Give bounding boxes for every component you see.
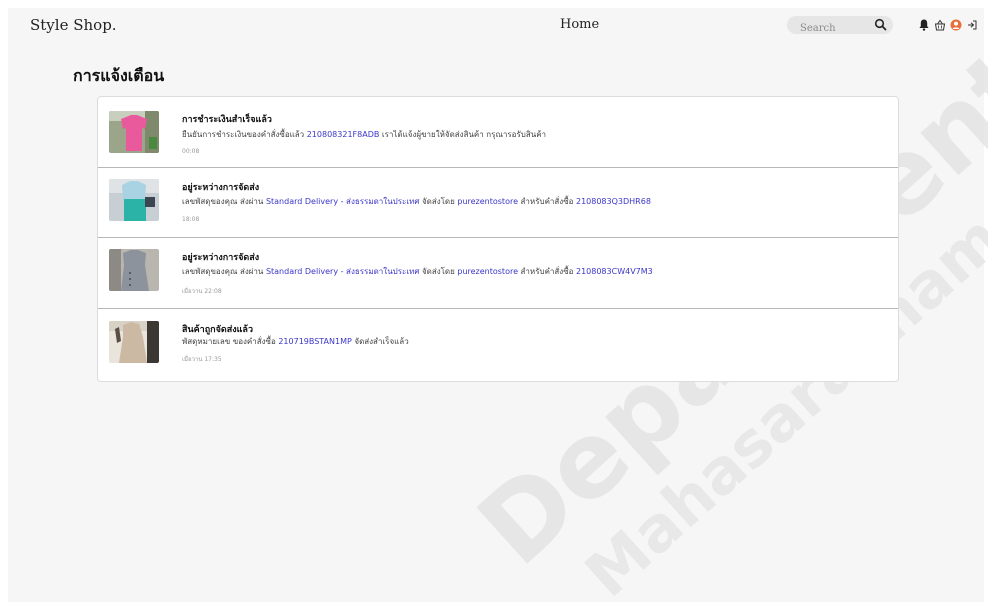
order-id-link[interactable]: 2108083Q3DHR68 — [576, 197, 651, 206]
order-id-link[interactable]: 210719BSTAN1MP — [278, 337, 352, 346]
nav-icon-group — [918, 16, 978, 32]
notification-time: 00:08 — [182, 148, 200, 155]
notification-body: เลขพัสดุของคุณ ส่งผ่าน Standard Delivery… — [182, 197, 651, 206]
search-box — [787, 16, 893, 38]
notification-panel: การชำระเงินสำเร็จแล้ว ยืนยันการชำระเงินข… — [97, 96, 899, 382]
notification-title: อยู่ระหว่างการจัดส่ง — [182, 183, 260, 193]
basket-icon[interactable] — [934, 17, 946, 31]
delivery-method-link[interactable]: Standard Delivery - ส่งธรรมดาในประเทศ — [266, 267, 419, 276]
notification-item[interactable]: การชำระเงินสำเร็จแล้ว ยืนยันการชำระเงินข… — [98, 97, 898, 167]
notification-body: เลขพัสดุของคุณ ส่งผ่าน Standard Delivery… — [182, 267, 653, 276]
notification-time: เมื่อวาน 17:35 — [182, 356, 222, 363]
notification-body: พัสดุหมายเลข ของคำสั่งซื้อ 210719BSTAN1M… — [182, 337, 409, 346]
order-id-link[interactable]: 2108083CW4V7M3 — [576, 267, 653, 276]
top-navbar: Style Shop. Home — [0, 0, 988, 50]
notification-time: เมื่อวาน 22:08 — [182, 288, 222, 295]
product-thumbnail — [109, 179, 159, 221]
notification-title: การชำระเงินสำเร็จแล้ว — [182, 115, 272, 125]
product-thumbnail — [109, 321, 159, 363]
nav-home-link[interactable]: Home — [560, 17, 599, 32]
delivery-method-link[interactable]: Standard Delivery - ส่งธรรมดาในประเทศ — [266, 197, 419, 206]
store-link[interactable]: purezentostore — [457, 197, 518, 206]
notification-item[interactable]: อยู่ระหว่างการจัดส่ง เลขพัสดุของคุณ ส่งผ… — [98, 238, 898, 308]
user-icon[interactable] — [950, 17, 962, 31]
brand-logo[interactable]: Style Shop. — [30, 16, 117, 34]
notification-body: ยืนยันการชำระเงินของคำสั่งซื้อแล้ว 21080… — [182, 130, 547, 139]
notification-title: สินค้าถูกจัดส่งแล้ว — [182, 325, 253, 335]
search-input[interactable] — [800, 19, 870, 38]
notification-time: 18:08 — [182, 216, 200, 223]
bell-icon[interactable] — [918, 17, 930, 31]
search-icon[interactable] — [874, 18, 887, 31]
product-thumbnail — [109, 249, 159, 291]
page-title: การแจ้งเตือน — [73, 66, 165, 85]
order-id-link[interactable]: 210808321F8ADB — [307, 130, 380, 139]
store-link[interactable]: purezentostore — [457, 267, 518, 276]
product-thumbnail — [109, 111, 159, 153]
notification-item[interactable]: สินค้าถูกจัดส่งแล้ว พัสดุหมายเลข ของคำสั… — [98, 309, 898, 379]
notification-item[interactable]: อยู่ระหว่างการจัดส่ง เลขพัสดุของคุณ ส่งผ… — [98, 168, 898, 238]
notification-title: อยู่ระหว่างการจัดส่ง — [182, 253, 260, 263]
logout-icon[interactable] — [966, 17, 978, 31]
